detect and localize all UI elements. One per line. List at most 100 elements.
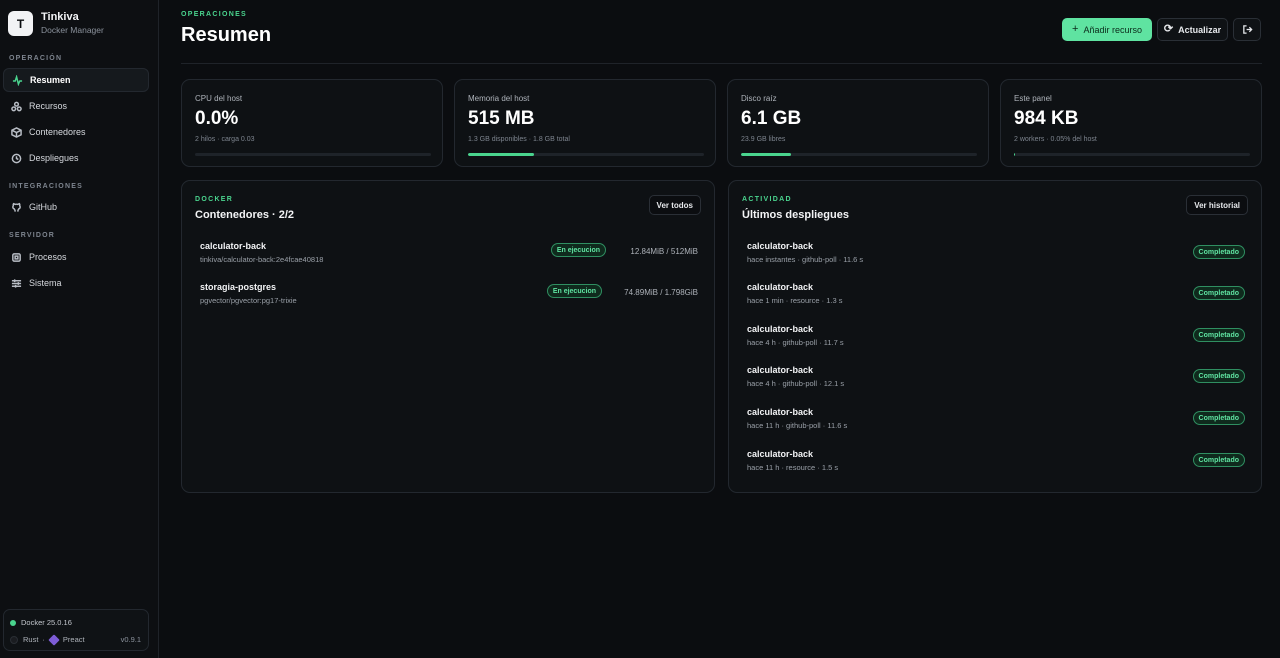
container-image: pgvector/pgvector:pg17-trixie xyxy=(200,296,297,305)
deploy-meta: hace 1 min · resource · 1.3 s xyxy=(747,296,843,305)
progress-fill xyxy=(468,153,535,156)
status-badge: Completado xyxy=(1192,328,1245,342)
deploy-name: calculator-back xyxy=(747,282,814,292)
container-row[interactable]: storagia-postgres pgvector/pgvector:pg17… xyxy=(200,282,698,316)
preact-label: Preact xyxy=(62,635,85,644)
activity-icon xyxy=(12,74,23,86)
stat-label: Este panel xyxy=(1014,94,1052,103)
logout-button[interactable] xyxy=(1233,18,1261,41)
sidebar-item-resumen[interactable]: Resumen xyxy=(3,68,149,92)
deploy-name: calculator-back xyxy=(747,324,814,334)
page-title: Resumen xyxy=(181,24,272,46)
stat-card-cpu: CPU del host 0.0% 2 hilos · carga 0.03 xyxy=(181,79,443,167)
status-badge: Completado xyxy=(1192,245,1245,259)
stat-card-panel: Este panel 984 KB 2 workers · 0.05% del … xyxy=(1000,79,1262,167)
github-icon xyxy=(12,202,21,212)
nav-section-operacion: OPERACIÓN xyxy=(9,55,63,62)
processes-icon xyxy=(12,252,21,262)
preact-icon xyxy=(48,633,60,646)
view-history-button[interactable]: Ver historial xyxy=(1186,195,1248,215)
brand-subtitle: Docker Manager xyxy=(41,25,104,35)
deploy-meta: hace 11 h · resource · 1.5 s xyxy=(747,463,839,472)
logout-icon xyxy=(1242,25,1253,34)
sidebar-item-procesos[interactable]: Procesos xyxy=(3,245,149,269)
stat-detail: 1.3 GB disponibles · 1.8 GB total xyxy=(468,136,570,143)
plus-icon: + xyxy=(1072,23,1079,35)
deploy-row[interactable]: calculator-back hace instantes · github-… xyxy=(747,241,1245,275)
progress-bar xyxy=(195,153,431,156)
status-badge: En ejecucion xyxy=(546,284,602,298)
stat-card-memory: Memoria del host 515 MB 1.3 GB disponibl… xyxy=(454,79,716,167)
sidebar-item-github[interactable]: GitHub xyxy=(3,195,149,219)
deploy-row[interactable]: calculator-back hace 4 h · github-poll ·… xyxy=(747,324,1245,358)
sidebar-item-label: Despliegues xyxy=(29,153,79,163)
container-image: tinkiva/calculator-back:2e4fcae40818 xyxy=(200,255,324,264)
deploy-name: calculator-back xyxy=(747,365,814,375)
refresh-button[interactable]: ⟳ Actualizar xyxy=(1157,18,1228,41)
add-resource-label: Añadir recurso xyxy=(1083,24,1142,35)
deploy-row[interactable]: calculator-back hace 11 h · resource · 1… xyxy=(747,449,1245,483)
stat-value: 984 KB xyxy=(1014,108,1079,129)
stat-label: Memoria del host xyxy=(468,94,530,103)
refresh-label: Actualizar xyxy=(1178,24,1222,35)
sidebar: T Tinkiva Docker Manager OPERACIÓN Resum… xyxy=(0,0,159,658)
sidebar-item-recursos[interactable]: Recursos xyxy=(3,94,149,118)
sidebar-item-despliegues[interactable]: Despliegues xyxy=(3,146,149,170)
app-version: v0.9.1 xyxy=(120,635,141,644)
sidebar-item-contenedores[interactable]: Contenedores xyxy=(3,120,149,144)
deploy-name: calculator-back xyxy=(747,241,814,251)
sidebar-item-sistema[interactable]: Sistema xyxy=(3,271,149,295)
nav-section-integraciones: INTEGRACIONES xyxy=(9,183,83,190)
status-badge: En ejecucion xyxy=(550,243,606,257)
sidebar-item-label: Procesos xyxy=(29,252,67,262)
deploy-row[interactable]: calculator-back hace 1 min · resource · … xyxy=(747,282,1245,316)
brand[interactable]: T Tinkiva Docker Manager xyxy=(8,11,104,36)
container-memory: 12.84MiB / 512MiB xyxy=(630,247,698,256)
deploy-meta: hace 11 h · github-poll · 11.6 s xyxy=(747,421,848,430)
resources-icon xyxy=(11,101,22,111)
stat-detail: 2 workers · 0.05% del host xyxy=(1014,136,1097,143)
sidebar-item-label: Sistema xyxy=(29,278,62,288)
panel-title: Últimos despliegues xyxy=(742,209,849,221)
docker-version: Docker 25.0.16 xyxy=(21,618,72,627)
progress-bar xyxy=(741,153,977,156)
add-resource-button[interactable]: + Añadir recurso xyxy=(1062,18,1152,41)
panel-eyebrow: DOCKER xyxy=(195,196,234,203)
status-badge: Completado xyxy=(1192,411,1245,425)
deploy-name: calculator-back xyxy=(747,407,814,417)
sidebar-item-label: Resumen xyxy=(30,75,71,85)
view-all-button[interactable]: Ver todos xyxy=(648,195,701,215)
rust-icon xyxy=(10,635,18,644)
page-eyebrow: OPERACIONES xyxy=(181,11,248,18)
sidebar-item-label: GitHub xyxy=(29,202,58,212)
runtime-info: Docker 25.0.16 Rust · Preact v0.9.1 xyxy=(3,609,149,651)
refresh-icon: ⟳ xyxy=(1163,23,1174,35)
progress-fill xyxy=(741,153,791,156)
container-name: calculator-back xyxy=(200,241,267,251)
stat-card-disk: Disco raíz 6.1 GB 23.9 GB libres xyxy=(727,79,989,167)
stat-detail: 2 hilos · carga 0.03 xyxy=(195,136,255,143)
stat-value: 0.0% xyxy=(195,108,239,129)
deploy-row[interactable]: calculator-back hace 11 h · github-poll … xyxy=(747,407,1245,441)
nav-section-servidor: SERVIDOR xyxy=(9,232,56,239)
deploy-row[interactable]: calculator-back hace 4 h · github-poll ·… xyxy=(747,365,1245,399)
sidebar-item-label: Contenedores xyxy=(29,127,86,137)
header-divider xyxy=(181,63,1262,64)
stat-value: 515 MB xyxy=(468,108,535,129)
status-badge: Completado xyxy=(1192,286,1245,300)
stat-label: Disco raíz xyxy=(741,94,777,103)
containers-panel: DOCKER Contenedores · 2/2 Ver todos calc… xyxy=(181,180,715,493)
brand-logo: T xyxy=(8,11,33,36)
sidebar-item-label: Recursos xyxy=(29,101,68,111)
status-badge: Completado xyxy=(1192,369,1245,383)
stat-detail: 23.9 GB libres xyxy=(741,136,786,143)
stat-label: CPU del host xyxy=(195,94,243,103)
status-dot-icon xyxy=(10,619,16,626)
deploy-meta: hace instantes · github-poll · 11.6 s xyxy=(747,255,864,264)
panel-title: Contenedores · 2/2 xyxy=(195,209,295,221)
status-badge: Completado xyxy=(1192,453,1245,467)
container-row[interactable]: calculator-back tinkiva/calculator-back:… xyxy=(200,241,698,275)
progress-bar xyxy=(1014,153,1250,156)
box-icon xyxy=(11,126,22,138)
panel-eyebrow: ACTIVIDAD xyxy=(742,196,792,203)
